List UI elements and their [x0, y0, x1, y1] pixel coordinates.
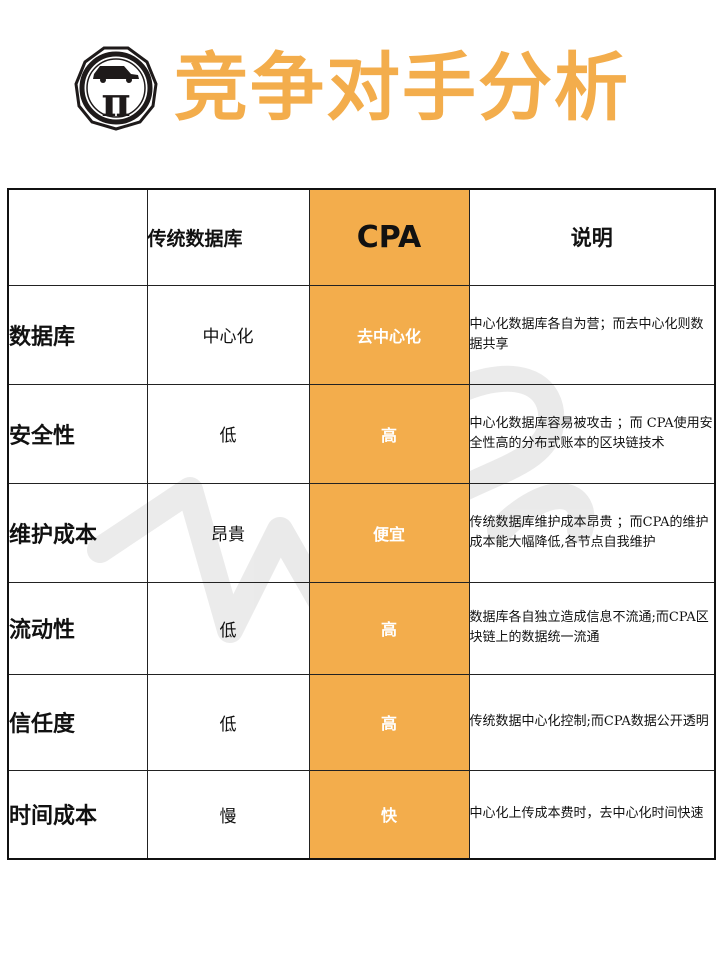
cpa-cell: 去中心化 — [308, 284, 470, 385]
traditional-cell: 低 — [146, 383, 310, 484]
header-note: 说明 — [468, 188, 716, 286]
row-label: 信任度 — [7, 673, 148, 771]
comparison-table: 传统数据库 CPA 说明 数据库 中心化 去中心化 中心化数据库各自为营；而去中… — [7, 188, 716, 860]
cpa-cell: 便宜 — [308, 482, 470, 583]
table-row: 安全性 低 高 中心化数据库容易被攻击 ；而 CPA使用安全性高的分布式账本的区… — [7, 383, 716, 484]
logo-glyph: π — [101, 79, 130, 126]
note-cell: 数据库各自独立造成信息不流通;而CPA区块链上的数据统一流通 — [468, 581, 716, 675]
traditional-cell: 慢 — [146, 769, 310, 860]
cpa-cell: 高 — [308, 581, 470, 675]
table-row: 流动性 低 高 数据库各自独立造成信息不流通;而CPA区块链上的数据统一流通 — [7, 581, 716, 675]
row-label: 安全性 — [7, 383, 148, 484]
traditional-cell: 中心化 — [146, 284, 310, 385]
row-label: 数据库 — [7, 284, 148, 385]
note-cell: 中心化数据库容易被攻击 ；而 CPA使用安全性高的分布式账本的区块链技术 — [468, 383, 716, 484]
header-cpa: CPA — [308, 188, 470, 286]
cpa-cell: 高 — [308, 673, 470, 771]
row-label: 时间成本 — [7, 769, 148, 860]
table-row: 维护成本 昂貴 便宜 传统数据库维护成本昂贵 ；而CPA的维护成本能大幅降低,各… — [7, 482, 716, 583]
table-header-row: 传统数据库 CPA 说明 — [7, 188, 716, 286]
note-cell: 传统数据中心化控制;而CPA数据公开透明 — [468, 673, 716, 771]
note-cell: 中心化数据库各自为营；而去中心化则数据共享 — [468, 284, 716, 385]
traditional-cell: 低 — [146, 581, 310, 675]
cpa-cell: 快 — [308, 769, 470, 860]
header: π 竞争对手分析 — [0, 36, 720, 146]
note-cell: 中心化上传成本费时，去中心化时间快速 — [468, 769, 716, 860]
logo-badge: π — [74, 46, 158, 131]
cpa-cell: 高 — [308, 383, 470, 484]
header-corner — [7, 188, 148, 286]
header-traditional: 传统数据库 — [146, 188, 310, 286]
note-cell: 传统数据库维护成本昂贵 ；而CPA的维护成本能大幅降低,各节点自我维护 — [468, 482, 716, 583]
row-label: 流动性 — [7, 581, 148, 675]
page-title: 竞争对手分析 — [174, 45, 630, 131]
table-row: 时间成本 慢 快 中心化上传成本费时，去中心化时间快速 — [7, 769, 716, 860]
traditional-cell: 昂貴 — [146, 482, 310, 583]
table-row: 信任度 低 高 传统数据中心化控制;而CPA数据公开透明 — [7, 673, 716, 771]
traditional-cell: 低 — [146, 673, 310, 771]
table-row: 数据库 中心化 去中心化 中心化数据库各自为营；而去中心化则数据共享 — [7, 284, 716, 385]
row-label: 维护成本 — [7, 482, 148, 583]
